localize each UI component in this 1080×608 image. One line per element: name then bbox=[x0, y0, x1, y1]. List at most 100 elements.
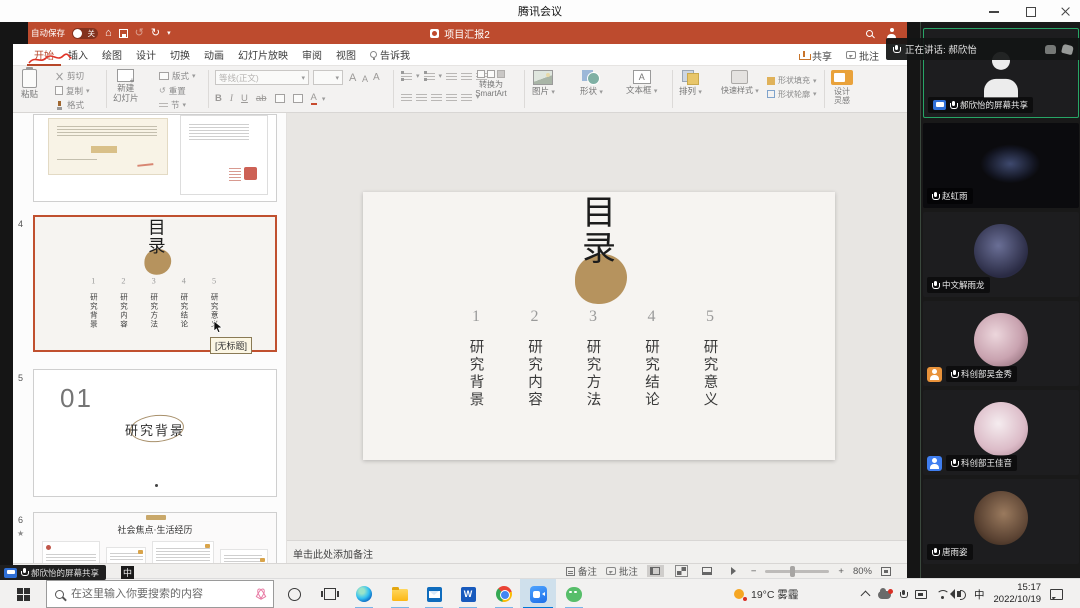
restore-button[interactable] bbox=[1024, 5, 1036, 17]
redo-icon[interactable]: ↻ bbox=[151, 28, 160, 39]
quick-styles-button[interactable]: 快速样式 ▾ bbox=[721, 70, 759, 96]
slideshow-button[interactable] bbox=[725, 565, 742, 577]
screen-share-pill[interactable]: 郝欣怡的屏幕共享 bbox=[0, 565, 106, 580]
shape-outline-button[interactable]: 形状轮廓▾ bbox=[767, 89, 817, 100]
tab-review[interactable]: 审阅 bbox=[295, 44, 329, 66]
fit-to-window-icon[interactable] bbox=[881, 567, 891, 576]
comments-button[interactable]: 批注 bbox=[846, 48, 879, 63]
zoom-out-button[interactable]: − bbox=[751, 566, 757, 577]
thumbnail-slide-6[interactable]: 社会焦点·生活经历 bbox=[33, 512, 277, 563]
cut-button[interactable]: 剪切 bbox=[55, 70, 90, 82]
wifi-icon[interactable] bbox=[936, 590, 948, 599]
section-button[interactable]: 节▾ bbox=[159, 99, 196, 111]
tab-insert[interactable]: 插入 bbox=[61, 44, 95, 66]
volume-icon[interactable] bbox=[957, 591, 961, 597]
minimize-button[interactable] bbox=[988, 5, 1000, 17]
mail-button[interactable] bbox=[416, 579, 452, 608]
clear-format-button[interactable]: A bbox=[373, 72, 380, 83]
ime-indicator[interactable]: 中 bbox=[974, 587, 985, 602]
edge-button[interactable] bbox=[346, 579, 382, 608]
comments-toggle[interactable]: 批注 bbox=[606, 564, 638, 578]
ppt-search-icon[interactable] bbox=[866, 30, 873, 37]
slide-canvas[interactable]: 目录 1研究背景 2研究内容 3研究方法 4研究结论 5研究意义 bbox=[363, 192, 835, 460]
tab-draw[interactable]: 绘图 bbox=[95, 44, 129, 66]
weather-widget[interactable]: 19°C 雾霾 bbox=[733, 579, 798, 608]
font-name-combo[interactable]: 等线(正文)▾ bbox=[215, 70, 309, 85]
file-explorer-button[interactable] bbox=[382, 579, 418, 608]
font-color-button[interactable]: A bbox=[311, 92, 317, 105]
shape-fill-button[interactable]: 形状填充▾ bbox=[767, 75, 817, 86]
strikethrough-button[interactable]: ab bbox=[256, 93, 267, 104]
reset-button[interactable]: ↺重置 bbox=[159, 85, 196, 97]
participant-tile-tangyuzi[interactable]: 唐雨姿 bbox=[923, 479, 1079, 564]
arrange-button[interactable]: 排列 ▾ bbox=[679, 70, 702, 97]
chrome-button[interactable] bbox=[486, 579, 522, 608]
zoom-handle[interactable] bbox=[790, 566, 795, 577]
tab-tell-me[interactable]: 告诉我 bbox=[363, 44, 417, 66]
participant-tile-zhongwenxieyulong[interactable]: 中文解雨龙 bbox=[923, 212, 1079, 297]
bold-button[interactable]: B bbox=[215, 93, 222, 104]
copy-button[interactable]: 复制▾ bbox=[55, 85, 90, 97]
zoom-slider[interactable] bbox=[765, 570, 829, 573]
notes-pane[interactable]: 单击此处添加备注 bbox=[287, 540, 907, 563]
participant-tile-zhaohongyu[interactable]: 赵虹雨 bbox=[923, 123, 1079, 208]
hand-icon[interactable] bbox=[1061, 43, 1074, 54]
home-icon[interactable]: ⌂ bbox=[105, 28, 112, 39]
cortana-button[interactable] bbox=[276, 579, 312, 608]
tencent-meeting-button[interactable] bbox=[520, 579, 556, 608]
convert-smartart-button[interactable]: 转换为SmartArt bbox=[465, 70, 517, 98]
paste-button[interactable]: 粘贴 bbox=[21, 69, 38, 100]
tray-expand-icon[interactable] bbox=[861, 591, 871, 601]
normal-view-button[interactable] bbox=[647, 565, 664, 577]
hand-icon[interactable] bbox=[1045, 45, 1056, 54]
design-ideas-button[interactable]: 设计灵感 bbox=[831, 70, 853, 105]
underline-button[interactable]: U bbox=[241, 93, 248, 104]
task-view-button[interactable] bbox=[312, 579, 348, 608]
shrink-font-button[interactable]: A bbox=[362, 74, 368, 84]
notes-toggle[interactable]: 备注 bbox=[566, 564, 597, 578]
shadow-button[interactable] bbox=[275, 94, 285, 103]
zoom-in-button[interactable]: + bbox=[838, 566, 844, 577]
thumbnail-slide-4-selected[interactable]: 目录 1研究背景 2研究内容 3研究方法 4研究结论 5研究意义 bbox=[33, 215, 277, 352]
qat-dropdown-icon[interactable]: ▾ bbox=[167, 30, 171, 37]
new-slide-button[interactable]: 新建幻灯片 bbox=[113, 69, 139, 104]
format-painter-button[interactable]: 格式 bbox=[55, 99, 90, 111]
tab-view[interactable]: 视图 bbox=[329, 44, 363, 66]
action-center-icon[interactable] bbox=[1050, 589, 1063, 600]
reading-view-button[interactable] bbox=[699, 565, 716, 577]
textbox-button[interactable]: A 文本框 ▾ bbox=[626, 70, 657, 96]
undo-icon[interactable]: ↺ bbox=[135, 28, 144, 39]
display-cast-icon[interactable] bbox=[915, 590, 927, 599]
save-icon[interactable] bbox=[119, 29, 128, 38]
taskbar-search[interactable] bbox=[46, 580, 274, 608]
tab-transitions[interactable]: 切换 bbox=[163, 44, 197, 66]
thumbnail-slide-5[interactable]: 01 研究背景 bbox=[33, 369, 277, 497]
account-avatar-icon[interactable] bbox=[886, 28, 897, 39]
tab-animations[interactable]: 动画 bbox=[197, 44, 231, 66]
char-spacing-button[interactable] bbox=[293, 94, 303, 103]
slide-sorter-button[interactable] bbox=[673, 565, 690, 577]
participant-tile-wujinxiu[interactable]: 科创部吴金秀 bbox=[923, 301, 1079, 386]
word-button[interactable]: W bbox=[450, 579, 486, 608]
layout-button[interactable]: 版式▾ bbox=[159, 70, 196, 82]
share-button[interactable]: 共享 bbox=[799, 48, 832, 63]
tray-mic-icon[interactable] bbox=[900, 590, 906, 599]
picture-button[interactable]: 图片 ▾ bbox=[532, 70, 555, 97]
tab-home[interactable]: 开始 bbox=[27, 44, 61, 66]
cloud-sync-icon[interactable] bbox=[878, 591, 891, 599]
wechat-button[interactable] bbox=[556, 579, 592, 608]
italic-button[interactable]: I bbox=[230, 94, 233, 104]
autosave-toggle[interactable]: 关 bbox=[72, 28, 98, 39]
zoom-percent[interactable]: 80% bbox=[853, 566, 872, 577]
search-input[interactable] bbox=[71, 588, 248, 600]
shapes-button[interactable]: 形状 ▾ bbox=[580, 70, 603, 97]
thumbnail-slide-3[interactable] bbox=[33, 114, 277, 202]
font-size-combo[interactable]: ▾ bbox=[313, 70, 343, 85]
close-button[interactable] bbox=[1060, 5, 1072, 17]
participant-tile-wangjiayin[interactable]: 科创部王佳音 bbox=[923, 390, 1079, 475]
tab-slideshow[interactable]: 幻灯片放映 bbox=[231, 44, 295, 66]
tab-design[interactable]: 设计 bbox=[129, 44, 163, 66]
clock[interactable]: 15:172022/10/19 bbox=[994, 582, 1042, 606]
start-button[interactable] bbox=[0, 579, 46, 608]
grow-font-button[interactable]: A bbox=[349, 72, 356, 84]
